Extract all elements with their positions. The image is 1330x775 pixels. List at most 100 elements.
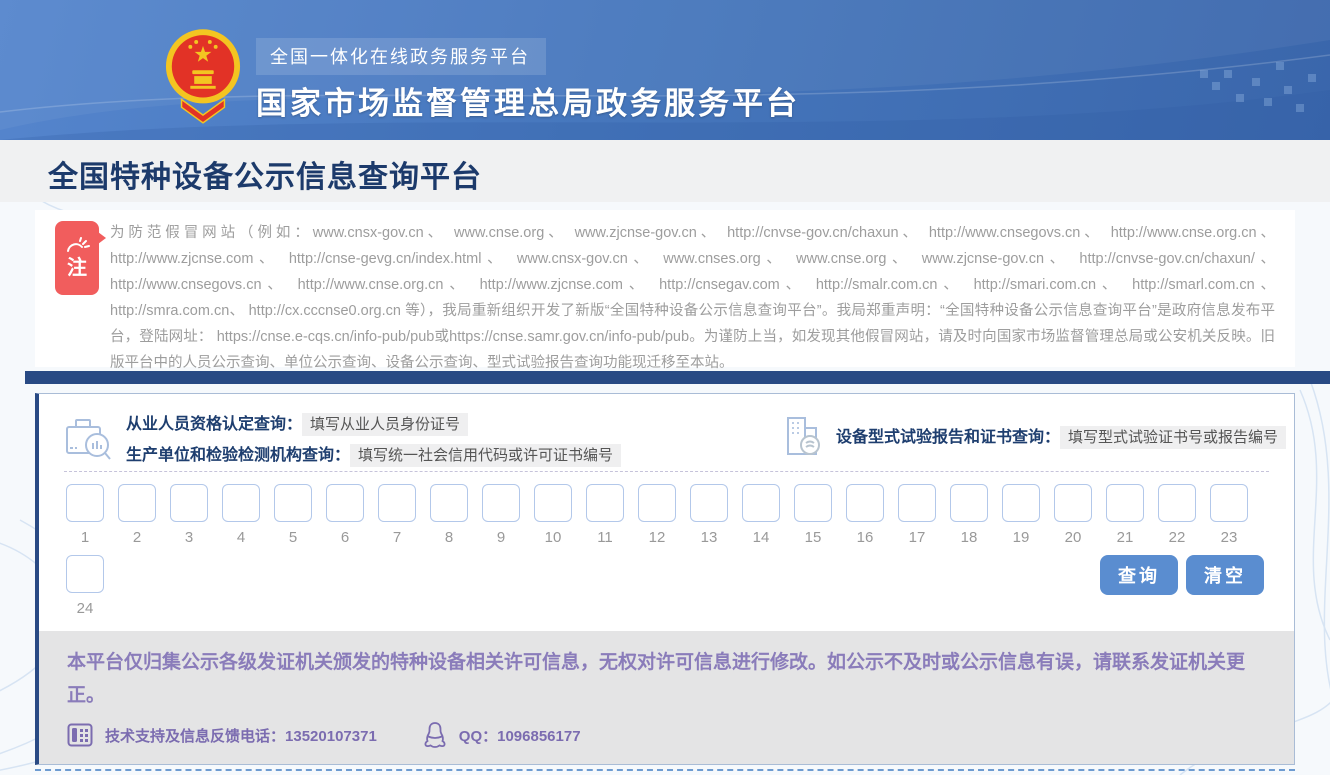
code-box-number: 2 [133, 529, 141, 546]
panel-footer: 本平台仅归集公示各级发证机关颁发的特种设备相关许可信息，无权对许可信息进行修改。… [39, 631, 1294, 764]
person-query-hint: 填写从业人员身份证号 [302, 413, 468, 436]
notice-text: 为防范假冒网站（例如：www.cnsx-gov.cn、 www.cnse.org… [110, 220, 1275, 376]
code-box-number: 18 [961, 529, 978, 546]
code-box-number: 22 [1169, 529, 1186, 546]
note-badge-label: 注 [67, 257, 87, 279]
code-box-12[interactable] [638, 484, 676, 522]
code-box-16[interactable] [846, 484, 884, 522]
code-box-4[interactable] [222, 484, 260, 522]
query-panel: 从业人员资格认定查询：填写从业人员身份证号 生产单位和检验检测机构查询：填写统一… [35, 393, 1295, 765]
code-box-number: 3 [185, 529, 193, 546]
code-box-5[interactable] [274, 484, 312, 522]
code-box-11[interactable] [586, 484, 624, 522]
code-box-number: 9 [497, 529, 505, 546]
code-cell: 9 [482, 484, 520, 546]
code-box-15[interactable] [794, 484, 832, 522]
code-box-number: 20 [1065, 529, 1082, 546]
code-box-number: 19 [1013, 529, 1030, 546]
package-search-icon [64, 416, 112, 462]
legend-person-unit: 从业人员资格认定查询：填写从业人员身份证号 生产单位和检验检测机构查询：填写统一… [64, 410, 621, 465]
code-box-number: 6 [341, 529, 349, 546]
title-strip: 全国特种设备公示信息查询平台 [0, 140, 1330, 202]
person-query-label: 从业人员资格认定查询： [126, 416, 302, 433]
code-box-number: 10 [545, 529, 562, 546]
note-badge-pointer [98, 232, 106, 244]
national-platform-banner: 全国一体化在线政务服务平台 [256, 38, 546, 75]
code-cell: 22 [1158, 484, 1196, 546]
code-box-3[interactable] [170, 484, 208, 522]
code-box-number: 7 [393, 529, 401, 546]
qq-number: 1096856177 [497, 728, 580, 745]
device-query-label: 设备型式试验报告和证书查询： [836, 429, 1060, 446]
note-badge: 注 [55, 221, 99, 295]
contact-row: 技术支持及信息反馈电话：13520107371 QQ：1096856177 [67, 721, 1266, 749]
code-cell-24-holder: 24 [66, 555, 104, 617]
code-cell: 5 [274, 484, 312, 546]
code-box-24[interactable] [66, 555, 104, 593]
bottom-dashed-line [35, 769, 1295, 771]
code-cell: 13 [690, 484, 728, 546]
qq-penguin-icon [423, 721, 447, 749]
code-box-20[interactable] [1054, 484, 1092, 522]
phone-text: 技术支持及信息反馈电话：13520107371 [105, 725, 377, 746]
code-box-8[interactable] [430, 484, 468, 522]
code-box-2[interactable] [118, 484, 156, 522]
code-box-6[interactable] [326, 484, 364, 522]
code-row-2: 24 查询 清空 [66, 555, 1264, 617]
code-cell: 14 [742, 484, 780, 546]
unit-query-label: 生产单位和检验检测机构查询： [126, 447, 350, 464]
code-cell: 21 [1106, 484, 1144, 546]
disclaimer-text: 本平台仅归集公示各级发证机关颁发的特种设备相关许可信息，无权对许可信息进行修改。… [67, 646, 1266, 712]
code-box-17[interactable] [898, 484, 936, 522]
code-box-number: 13 [701, 529, 718, 546]
code-cell: 17 [898, 484, 936, 546]
code-box-9[interactable] [482, 484, 520, 522]
clear-button[interactable]: 清空 [1186, 555, 1264, 595]
qq-label: QQ： [459, 728, 497, 745]
code-cell: 3 [170, 484, 208, 546]
code-box-number: 11 [597, 529, 613, 546]
page-title: 全国特种设备公示信息查询平台 [48, 152, 482, 196]
code-box-7[interactable] [378, 484, 416, 522]
code-box-22[interactable] [1158, 484, 1196, 522]
code-box-21[interactable] [1106, 484, 1144, 522]
code-box-number: 14 [753, 529, 770, 546]
code-box-10[interactable] [534, 484, 572, 522]
unit-query-hint: 填写统一社会信用代码或许可证书编号 [350, 444, 621, 467]
code-box-18[interactable] [950, 484, 988, 522]
code-cell: 2 [118, 484, 156, 546]
search-button[interactable]: 查询 [1100, 555, 1178, 595]
code-row-1: 1234567891011121314151617181920212223 [66, 484, 1248, 546]
code-cell: 24 [66, 555, 104, 617]
action-buttons: 查询 清空 [1100, 555, 1264, 595]
code-box-19[interactable] [1002, 484, 1040, 522]
code-cell: 4 [222, 484, 260, 546]
code-cell: 23 [1210, 484, 1248, 546]
code-cell: 18 [950, 484, 988, 546]
code-box-number: 24 [77, 600, 94, 617]
fax-phone-icon [67, 723, 93, 747]
code-cell: 11 [586, 484, 624, 546]
code-cell: 20 [1054, 484, 1092, 546]
qq-group: QQ：1096856177 [423, 721, 581, 749]
china-national-emblem-icon [164, 26, 242, 134]
code-box-number: 16 [857, 529, 874, 546]
code-cell: 16 [846, 484, 884, 546]
code-box-13[interactable] [690, 484, 728, 522]
alert-face-icon [64, 237, 90, 255]
phone-label: 技术支持及信息反馈电话： [105, 728, 285, 745]
code-box-number: 23 [1221, 529, 1238, 546]
code-box-number: 15 [805, 529, 822, 546]
phone-number: 13520107371 [285, 728, 377, 745]
code-box-number: 1 [81, 529, 89, 546]
code-box-23[interactable] [1210, 484, 1248, 522]
navy-divider-bar [25, 371, 1330, 384]
code-box-number: 8 [445, 529, 453, 546]
code-box-1[interactable] [66, 484, 104, 522]
qq-text: QQ：1096856177 [459, 725, 581, 746]
code-cell: 7 [378, 484, 416, 546]
code-box-14[interactable] [742, 484, 780, 522]
code-box-number: 21 [1117, 529, 1134, 546]
site-header: 全国一体化在线政务服务平台 国家市场监督管理总局政务服务平台 [0, 0, 1330, 140]
page: 全国一体化在线政务服务平台 国家市场监督管理总局政务服务平台 全国特种设备公示信… [0, 0, 1330, 775]
